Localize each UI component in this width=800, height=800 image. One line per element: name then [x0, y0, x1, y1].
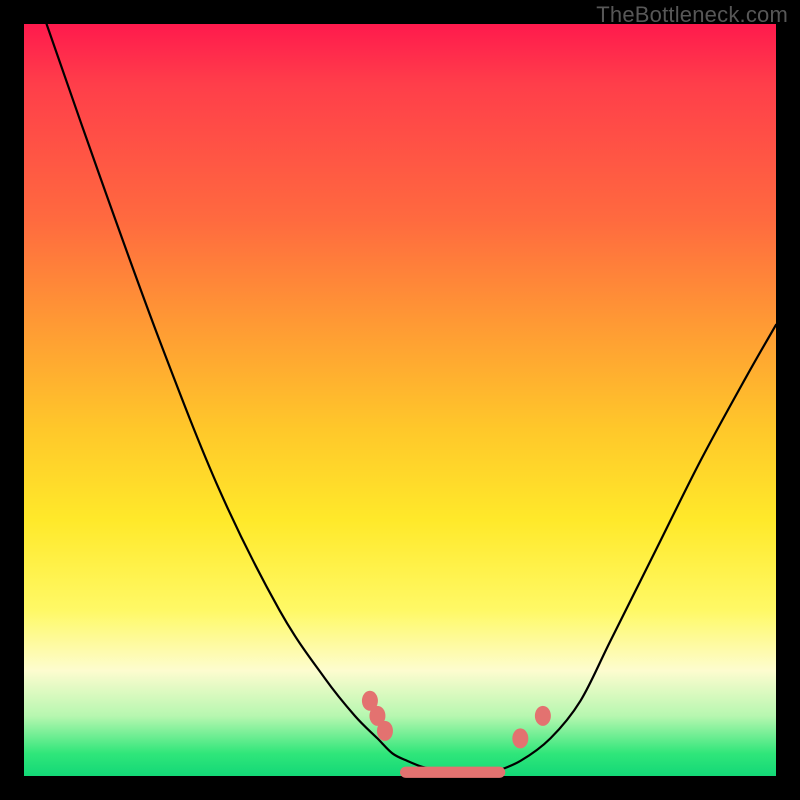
- bottom-band: [400, 767, 505, 778]
- right-dot-1: [512, 728, 528, 748]
- outer-frame: TheBottleneck.com: [0, 0, 800, 800]
- left-curve-path: [47, 24, 491, 774]
- plot-area: [24, 24, 776, 776]
- right-curve-path: [490, 325, 776, 774]
- left-dot-3: [377, 721, 393, 741]
- right-dot-2: [535, 706, 551, 726]
- marker-group: [362, 691, 551, 749]
- curve-overlay: [24, 24, 776, 776]
